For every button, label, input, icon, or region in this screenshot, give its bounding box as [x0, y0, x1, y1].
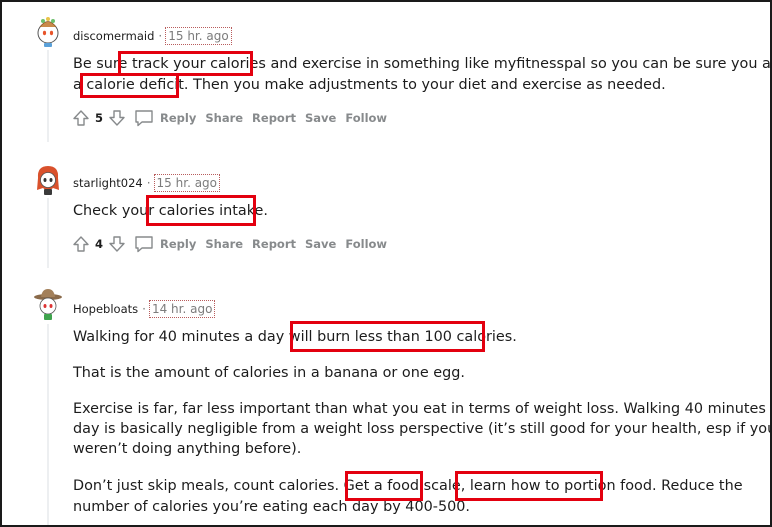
- thread-line[interactable]: [47, 198, 49, 268]
- comment-thread: discomermaid · 15 hr. ago Be sure track …: [0, 0, 772, 527]
- user-avatar[interactable]: [33, 287, 63, 321]
- meta-separator: ·: [146, 176, 151, 190]
- reply-label: Reply: [160, 237, 197, 251]
- meta-separator: ·: [142, 302, 146, 316]
- comment-text-line: weren’t doing anything before).: [73, 441, 302, 457]
- share-button[interactable]: Share: [205, 237, 243, 251]
- highlight-box: [146, 195, 256, 226]
- upvote-arrow-icon[interactable]: [70, 107, 92, 129]
- upvote-arrow-icon[interactable]: [70, 233, 92, 255]
- comment-text-line: That is the amount of calories in a bana…: [73, 365, 465, 381]
- follow-button[interactable]: Follow: [345, 237, 387, 251]
- reply-button[interactable]: Reply: [134, 235, 196, 253]
- user-avatar[interactable]: [33, 14, 63, 48]
- timestamp[interactable]: 15 hr. ago: [153, 174, 221, 192]
- highlight-box: [455, 471, 603, 501]
- username[interactable]: Hopebloats: [73, 302, 138, 316]
- downvote-arrow-icon[interactable]: [106, 107, 128, 129]
- report-button[interactable]: Report: [252, 111, 296, 125]
- speech-bubble-icon: [135, 110, 153, 127]
- reply-label: Reply: [160, 111, 197, 125]
- vote-count: 5: [95, 111, 104, 125]
- follow-button[interactable]: Follow: [345, 111, 387, 125]
- speech-bubble-icon: [135, 236, 153, 253]
- highlight-box: [80, 73, 179, 98]
- username[interactable]: discomermaid: [73, 29, 154, 43]
- comment-actions: 4 Reply Share Report Save Follow: [70, 232, 387, 256]
- report-button[interactable]: Report: [252, 237, 296, 251]
- save-button[interactable]: Save: [305, 111, 336, 125]
- share-button[interactable]: Share: [205, 111, 243, 125]
- comment-text-line: day is basically negligible from a weigh…: [73, 421, 772, 437]
- user-avatar[interactable]: [33, 162, 63, 196]
- comment-text-line: Exercise is far, far less important than…: [73, 401, 772, 417]
- vote-count: 4: [95, 237, 104, 251]
- comment-meta: Hopebloats · 14 hr. ago: [73, 298, 216, 320]
- timestamp[interactable]: 15 hr. ago: [165, 27, 232, 45]
- meta-separator: ·: [158, 29, 163, 43]
- save-button[interactable]: Save: [305, 237, 336, 251]
- thread-line[interactable]: [47, 324, 49, 525]
- downvote-arrow-icon[interactable]: [106, 233, 128, 255]
- comment-actions: 5 Reply Share Report Save Follow: [70, 106, 387, 130]
- comment-meta: starlight024 · 15 hr. ago: [73, 172, 221, 194]
- highlight-box: [345, 471, 423, 501]
- reply-button[interactable]: Reply: [134, 109, 196, 127]
- timestamp[interactable]: 14 hr. ago: [148, 300, 216, 318]
- comment-meta: discomermaid · 15 hr. ago: [73, 25, 232, 47]
- thread-line[interactable]: [47, 50, 49, 142]
- username[interactable]: starlight024: [73, 176, 143, 190]
- highlight-box: [290, 321, 485, 352]
